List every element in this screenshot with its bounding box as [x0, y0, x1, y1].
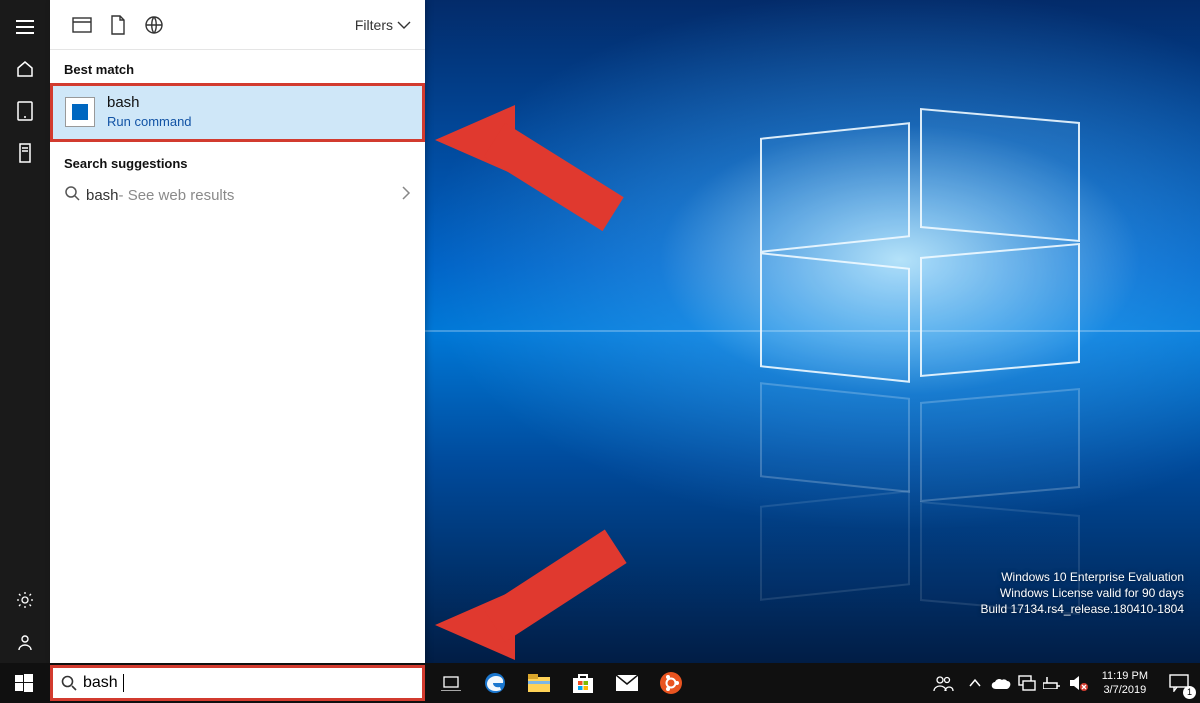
web-suggestion[interactable]: bash - See web results — [50, 177, 425, 213]
people-icon[interactable] — [924, 663, 962, 703]
notification-badge: 1 — [1183, 686, 1196, 699]
account-icon[interactable] — [0, 621, 50, 663]
documents-scope-icon[interactable] — [100, 7, 136, 43]
windows-logo-reflection — [760, 490, 910, 601]
best-match-heading: Best match — [50, 50, 425, 83]
clock-time: 11:19 PM — [1102, 669, 1148, 683]
search-suggestions-heading: Search suggestions — [50, 144, 425, 177]
tray-overflow-icon[interactable] — [962, 663, 988, 703]
start-search-panel: Filters Best match bash Run command Sear… — [50, 0, 425, 663]
search-icon — [61, 675, 77, 691]
filters-label: Filters — [355, 17, 393, 33]
action-center-button[interactable]: 1 — [1158, 663, 1200, 703]
activation-watermark: Windows 10 Enterprise Evaluation Windows… — [981, 569, 1185, 617]
taskbar-search-box[interactable] — [50, 665, 425, 701]
web-scope-icon[interactable] — [136, 7, 172, 43]
windows-logo-pane — [920, 108, 1080, 242]
windows-logo-reflection — [920, 388, 1080, 502]
ubuntu-icon[interactable] — [649, 663, 693, 703]
search-panel-header: Filters — [50, 0, 425, 50]
search-icon — [64, 185, 86, 205]
text-caret — [123, 674, 124, 692]
task-view-button[interactable] — [429, 663, 473, 703]
watermark-line: Build 17134.rs4_release.180410-1804 — [981, 601, 1185, 617]
search-input[interactable] — [83, 674, 290, 692]
command-icon — [65, 97, 95, 127]
mail-icon[interactable] — [605, 663, 649, 703]
result-title: bash — [107, 94, 192, 112]
windows-logo-pane — [920, 243, 1080, 377]
best-match-result[interactable]: bash Run command — [50, 83, 425, 142]
edge-icon[interactable] — [473, 663, 517, 703]
tower-icon[interactable] — [0, 132, 50, 174]
clock-date: 3/7/2019 — [1102, 683, 1148, 697]
windows-logo-pane — [760, 122, 910, 253]
network-icon[interactable] — [1014, 663, 1040, 703]
onedrive-icon[interactable] — [988, 663, 1014, 703]
hamburger-icon[interactable] — [0, 6, 50, 48]
taskbar-clock[interactable]: 11:19 PM 3/7/2019 — [1092, 669, 1158, 697]
chevron-down-icon — [397, 20, 411, 30]
watermark-line: Windows 10 Enterprise Evaluation — [981, 569, 1185, 585]
microsoft-store-icon[interactable] — [561, 663, 605, 703]
taskbar-pinned-apps — [429, 663, 693, 703]
result-subtitle: Run command — [107, 114, 192, 129]
filters-dropdown[interactable]: Filters — [355, 17, 411, 33]
watermark-line: Windows License valid for 90 days — [981, 585, 1185, 601]
tablet-icon[interactable] — [0, 90, 50, 132]
settings-icon[interactable] — [0, 579, 50, 621]
suggestion-hint: - See web results — [119, 187, 235, 204]
suggestion-query: bash — [86, 187, 119, 204]
apps-scope-icon[interactable] — [64, 7, 100, 43]
system-tray: 11:19 PM 3/7/2019 1 — [924, 663, 1200, 703]
search-category-rail — [0, 0, 50, 663]
taskbar: 11:19 PM 3/7/2019 1 — [0, 663, 1200, 703]
windows-logo-reflection — [760, 382, 910, 493]
windows-logo-pane — [760, 252, 910, 383]
home-icon[interactable] — [0, 48, 50, 90]
volume-muted-icon[interactable] — [1066, 663, 1092, 703]
start-button[interactable] — [0, 663, 48, 703]
file-explorer-icon[interactable] — [517, 663, 561, 703]
power-icon[interactable] — [1040, 663, 1066, 703]
chevron-right-icon — [401, 186, 411, 204]
